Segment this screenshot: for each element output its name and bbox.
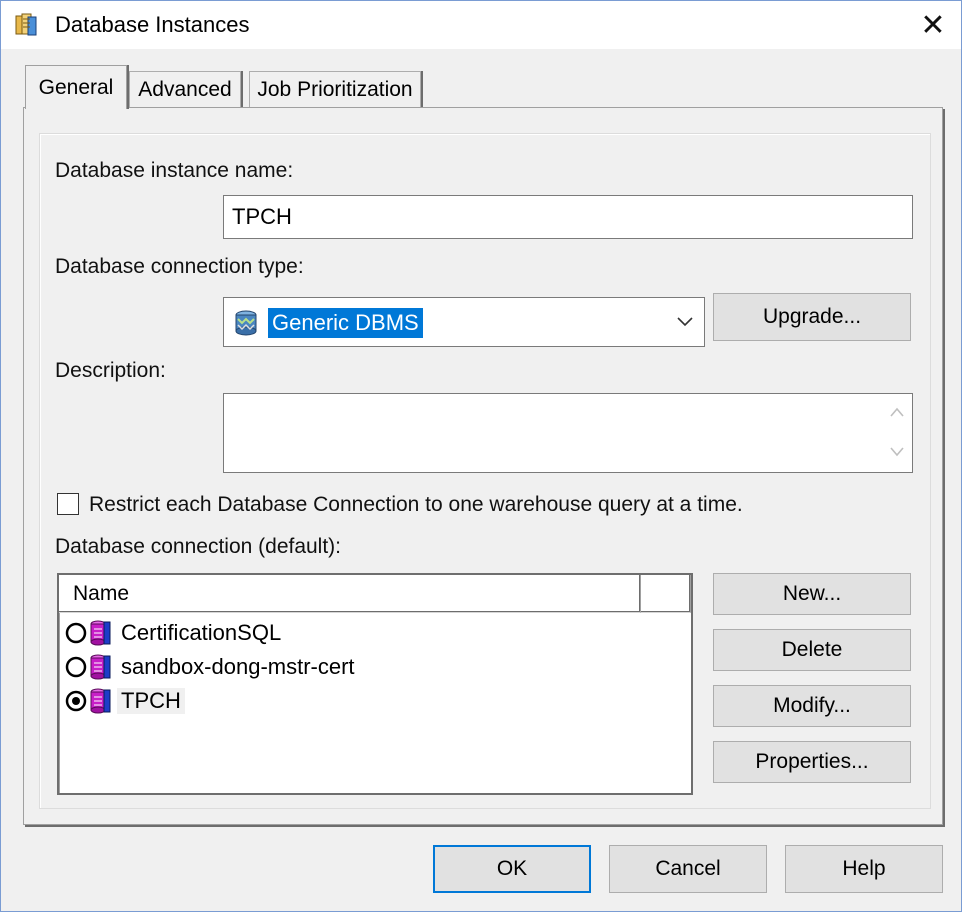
connection-type-label: Database connection type: [55, 255, 304, 278]
restrict-label[interactable]: Restrict each Database Connection to one… [89, 493, 743, 517]
generic-dbms-icon [235, 310, 257, 336]
scroll-up-icon[interactable] [890, 406, 904, 418]
radio-selected-icon[interactable] [65, 690, 87, 712]
database-connection-icon [90, 654, 111, 680]
ok-button[interactable]: OK [433, 845, 591, 893]
connections-list[interactable]: Name CertificationSQL sandbox-dong-mstr-… [57, 573, 693, 795]
list-item[interactable]: TPCH [65, 685, 185, 717]
list-item[interactable]: sandbox-dong-mstr-cert [65, 651, 359, 683]
connection-default-label: Database connection (default): [55, 535, 342, 558]
window-title: Database Instances [55, 12, 250, 37]
new-button[interactable]: New... [713, 573, 911, 615]
connection-type-select[interactable]: Generic DBMS [223, 297, 705, 347]
properties-button[interactable]: Properties... [713, 741, 911, 783]
tab-general[interactable]: General [25, 65, 127, 109]
restrict-checkbox[interactable] [57, 493, 79, 515]
modify-button[interactable]: Modify... [713, 685, 911, 727]
column-header-empty[interactable] [641, 575, 691, 613]
radio-unselected-icon[interactable] [65, 656, 87, 678]
database-connection-icon [90, 688, 111, 714]
title-bar[interactable]: Database Instances ✕ [1, 1, 961, 49]
connection-name: CertificationSQL [121, 620, 282, 645]
description-textarea[interactable] [223, 393, 913, 473]
connection-type-value: Generic DBMS [268, 308, 423, 338]
close-icon: ✕ [920, 8, 946, 42]
column-header-name[interactable]: Name [59, 575, 641, 613]
list-item[interactable]: CertificationSQL [65, 617, 285, 649]
tab-job-prioritization[interactable]: Job Prioritization [249, 71, 421, 107]
database-instances-icon [15, 13, 37, 36]
dialog-window: Database Instances ✕ General Advanced Jo… [0, 0, 962, 912]
instance-name-input[interactable] [223, 195, 913, 239]
instance-name-label: Database instance name: [55, 159, 294, 182]
description-label: Description: [55, 359, 166, 382]
radio-unselected-icon[interactable] [65, 622, 87, 644]
cancel-button[interactable]: Cancel [609, 845, 767, 893]
tab-advanced[interactable]: Advanced [129, 71, 241, 107]
chevron-down-icon[interactable] [676, 314, 694, 328]
connection-name: sandbox-dong-mstr-cert [121, 654, 355, 679]
help-button[interactable]: Help [785, 845, 943, 893]
upgrade-button[interactable]: Upgrade... [713, 293, 911, 341]
database-connection-icon [90, 620, 111, 646]
close-button[interactable]: ✕ [905, 1, 961, 49]
description-scrollbar[interactable] [882, 394, 912, 472]
scroll-down-icon[interactable] [890, 446, 904, 458]
connection-name: TPCH [117, 688, 185, 714]
delete-button[interactable]: Delete [713, 629, 911, 671]
